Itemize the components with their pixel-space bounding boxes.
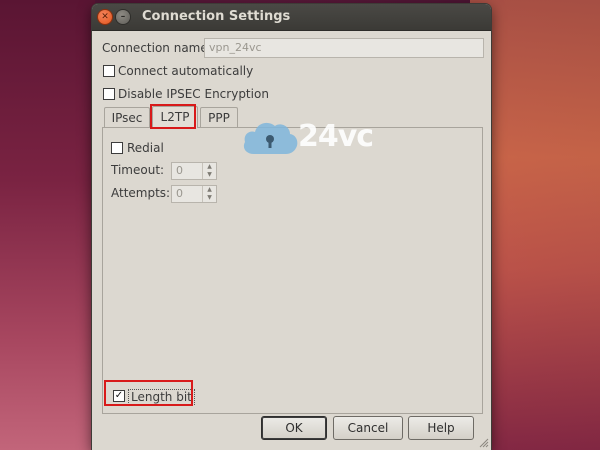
- redial-label: Redial: [127, 141, 164, 155]
- tab-ppp[interactable]: PPP: [200, 107, 238, 128]
- spin-down-icon[interactable]: ▼: [203, 171, 216, 179]
- cancel-button[interactable]: Cancel: [333, 416, 403, 440]
- connection-settings-dialog: ✕ – Connection Settings Connection name:…: [92, 4, 491, 450]
- spin-down-icon[interactable]: ▼: [203, 194, 216, 202]
- watermark-text: 24vc: [298, 119, 374, 154]
- spin-up-icon[interactable]: ▲: [203, 186, 216, 194]
- length-bit-highlight: [104, 380, 193, 406]
- connect-automatically-label: Connect automatically: [118, 64, 254, 78]
- ok-button[interactable]: OK: [261, 416, 327, 440]
- disable-ipsec-checkbox[interactable]: [103, 88, 115, 100]
- cloud-lock-icon: [243, 122, 298, 154]
- timeout-spinbox[interactable]: 0 ▲ ▼: [171, 162, 217, 180]
- timeout-label: Timeout:: [111, 163, 165, 177]
- l2tp-tab-highlight: [150, 104, 196, 129]
- watermark: 24vc: [240, 118, 374, 158]
- connect-automatically-checkbox[interactable]: [103, 65, 115, 77]
- attempts-label: Attempts:: [111, 186, 171, 200]
- window-title: Connection Settings: [142, 9, 291, 24]
- titlebar[interactable]: ✕ – Connection Settings: [92, 4, 491, 31]
- attempts-value: 0: [176, 187, 183, 200]
- attempts-spinbox[interactable]: 0 ▲ ▼: [171, 185, 217, 203]
- l2tp-tab-panel: Redial Timeout: 0 ▲ ▼ Attempts: 0 ▲ ▼ ✓ …: [102, 127, 483, 414]
- connection-name-field[interactable]: vpn_24vc: [204, 38, 484, 58]
- resize-grip-icon[interactable]: [479, 438, 489, 448]
- redial-checkbox[interactable]: [111, 142, 123, 154]
- help-button[interactable]: Help: [408, 416, 474, 440]
- spin-up-icon[interactable]: ▲: [203, 163, 216, 171]
- timeout-value: 0: [176, 164, 183, 177]
- tab-ipsec[interactable]: IPsec: [104, 107, 150, 128]
- desktop-background-left: [0, 0, 95, 450]
- connection-name-label: Connection name:: [102, 41, 212, 55]
- minimize-icon[interactable]: –: [116, 10, 130, 24]
- disable-ipsec-label: Disable IPSEC Encryption: [118, 87, 269, 101]
- close-icon[interactable]: ✕: [98, 10, 112, 24]
